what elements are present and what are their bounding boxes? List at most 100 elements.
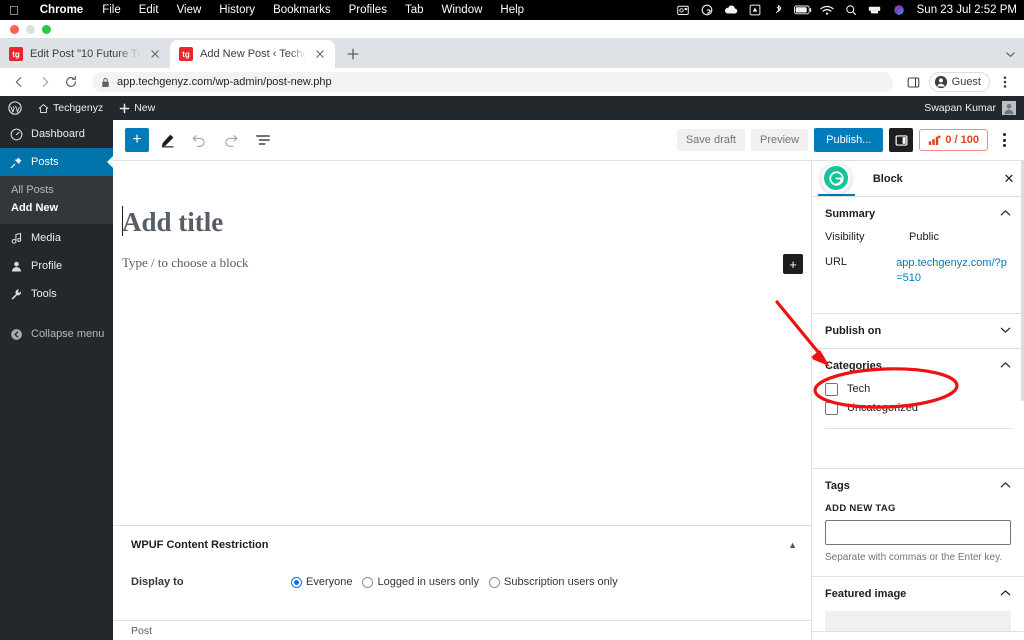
sidebar-item-profile[interactable]: Profile xyxy=(0,252,113,280)
siri-icon[interactable] xyxy=(887,0,911,20)
grammarly-icon[interactable] xyxy=(820,162,852,194)
new-content-menu[interactable]: New xyxy=(111,96,163,120)
preview-button[interactable]: Preview xyxy=(750,129,809,151)
row-visibility: Visibility Public xyxy=(825,231,1011,243)
submenu-item-all-posts[interactable]: All Posts xyxy=(0,181,113,199)
sidebar-item-posts[interactable]: Posts xyxy=(0,148,113,176)
list-view-icon[interactable] xyxy=(249,126,277,154)
wifi-icon[interactable] xyxy=(815,0,839,20)
set-featured-image-button[interactable] xyxy=(825,610,1011,631)
pencil-icon[interactable] xyxy=(153,126,181,154)
sidebar-item-media[interactable]: Media xyxy=(0,224,113,252)
radio-option-logged-in[interactable]: Logged in users only xyxy=(362,576,479,588)
tab-title: Add New Post ‹ Techgenyz — W xyxy=(200,48,306,60)
permalink-value[interactable]: app.techgenyz.com/?p=510 xyxy=(896,256,1011,287)
menu-view[interactable]: View xyxy=(168,4,211,16)
maximize-window-button[interactable] xyxy=(42,25,51,34)
browser-tab-2[interactable]: tg Add New Post ‹ Techgenyz — W xyxy=(170,40,335,68)
bluetooth-icon[interactable] xyxy=(767,0,791,20)
close-icon[interactable]: ✕ xyxy=(994,171,1024,187)
radio-button[interactable] xyxy=(291,576,302,588)
menu-history[interactable]: History xyxy=(210,4,264,16)
panel-featured-image-header[interactable]: Featured image xyxy=(812,577,1024,611)
side-panel-icon[interactable] xyxy=(903,71,925,93)
close-icon[interactable] xyxy=(313,47,327,61)
seo-score-badge[interactable]: 0 / 100 xyxy=(919,129,988,151)
sidebar-item-tools[interactable]: Tools xyxy=(0,280,113,308)
browser-tab-1[interactable]: tg Edit Post "10 Future Trends in t xyxy=(0,40,170,68)
add-new-tag-input[interactable] xyxy=(825,519,1011,545)
chrome-toolbar: app.techgenyz.com/wp-admin/post-new.php … xyxy=(0,68,1024,96)
close-icon[interactable] xyxy=(148,47,162,61)
wp-admin-sidebar: Dashboard Posts All Posts Add New Media … xyxy=(0,120,113,640)
radio-option-everyone[interactable]: Everyone xyxy=(291,576,352,588)
collapse-caret-icon[interactable]: ▲ xyxy=(788,540,797,550)
category-item-tech[interactable]: Tech xyxy=(825,382,1011,396)
new-tab-button[interactable] xyxy=(339,40,367,68)
menu-tab[interactable]: Tab xyxy=(396,4,433,16)
menu-file[interactable]: File xyxy=(93,4,130,16)
grammarly-icon[interactable] xyxy=(695,0,719,20)
add-category-spacer xyxy=(825,429,1011,455)
radio-option-subscription[interactable]: Subscription users only xyxy=(489,576,618,588)
save-draft-button[interactable]: Save draft xyxy=(676,129,745,151)
menu-help[interactable]: Help xyxy=(491,4,533,16)
collapse-menu-label: Collapse menu xyxy=(31,328,105,340)
dropbox-icon[interactable] xyxy=(743,0,767,20)
sidebar-item-label: Posts xyxy=(31,156,59,168)
menubar-clock[interactable]: Sun 23 Jul 2:52 PM xyxy=(911,4,1017,16)
tab-block[interactable]: Block xyxy=(861,161,915,196)
publish-button[interactable]: Publish... xyxy=(814,128,884,152)
avatar xyxy=(1002,101,1016,115)
settings-panel-icon[interactable] xyxy=(889,128,914,152)
submenu-item-add-new[interactable]: Add New xyxy=(0,199,113,217)
sidebar-item-dashboard[interactable]: Dashboard xyxy=(0,120,113,148)
address-bar[interactable]: app.techgenyz.com/wp-admin/post-new.php xyxy=(92,72,893,92)
admin-bar-account[interactable]: Swapan Kumar xyxy=(924,101,1024,115)
backup-icon[interactable] xyxy=(863,0,887,20)
radio-button[interactable] xyxy=(362,576,374,588)
minimize-window-button[interactable] xyxy=(26,25,35,34)
macos-status-icons: Sun 23 Jul 2:52 PM xyxy=(671,0,1024,20)
screenshot-icon[interactable] xyxy=(671,0,695,20)
settings-tabs: Post Block ✕ xyxy=(812,161,1024,197)
category-item-uncategorized[interactable]: Uncategorized xyxy=(825,401,1011,415)
radio-button[interactable] xyxy=(489,576,500,588)
collapse-menu-button[interactable]: Collapse menu xyxy=(0,320,113,348)
canvas-block-inserter-button[interactable]: + xyxy=(783,254,803,274)
category-checkbox[interactable] xyxy=(825,382,838,396)
redo-icon[interactable] xyxy=(217,126,245,154)
cloud-icon[interactable] xyxy=(719,0,743,20)
panel-categories-header[interactable]: Categories xyxy=(812,349,1024,383)
search-icon[interactable] xyxy=(839,0,863,20)
category-checkbox[interactable] xyxy=(825,401,838,415)
close-window-button[interactable] xyxy=(10,25,19,34)
breadcrumb[interactable]: Post xyxy=(131,625,152,637)
undo-icon[interactable] xyxy=(185,126,213,154)
site-name-menu[interactable]: Techgenyz xyxy=(30,96,111,120)
panel-summary-header[interactable]: Summary xyxy=(812,197,1024,231)
menu-app-name[interactable]: Chrome xyxy=(30,4,93,16)
apple-logo-icon[interactable]:  xyxy=(0,4,30,17)
reload-icon[interactable] xyxy=(60,71,82,93)
menu-window[interactable]: Window xyxy=(433,4,492,16)
chrome-menu-icon[interactable] xyxy=(994,71,1016,93)
menu-edit[interactable]: Edit xyxy=(130,4,168,16)
panel-publish-on-header[interactable]: Publish on xyxy=(812,314,1024,348)
block-paragraph-placeholder[interactable]: Type / to choose a block xyxy=(122,255,811,271)
menu-bookmarks[interactable]: Bookmarks xyxy=(264,4,340,16)
visibility-value[interactable]: Public xyxy=(909,231,939,243)
back-icon[interactable] xyxy=(8,71,30,93)
block-inserter-button[interactable]: + xyxy=(125,128,149,152)
post-title-input[interactable]: Add title xyxy=(122,207,811,238)
battery-icon[interactable] xyxy=(791,0,815,20)
panel-tags-header[interactable]: Tags xyxy=(812,469,1024,503)
address-bar-url: app.techgenyz.com/wp-admin/post-new.php xyxy=(117,76,332,88)
tab-list-chevron-icon[interactable] xyxy=(996,40,1024,68)
profile-chip[interactable]: Guest xyxy=(928,72,990,92)
forward-icon[interactable] xyxy=(34,71,56,93)
profile-icon xyxy=(934,75,948,89)
wordpress-logo-icon[interactable] xyxy=(0,96,30,120)
menu-profiles[interactable]: Profiles xyxy=(340,4,396,16)
kebab-menu-icon[interactable] xyxy=(994,133,1014,147)
